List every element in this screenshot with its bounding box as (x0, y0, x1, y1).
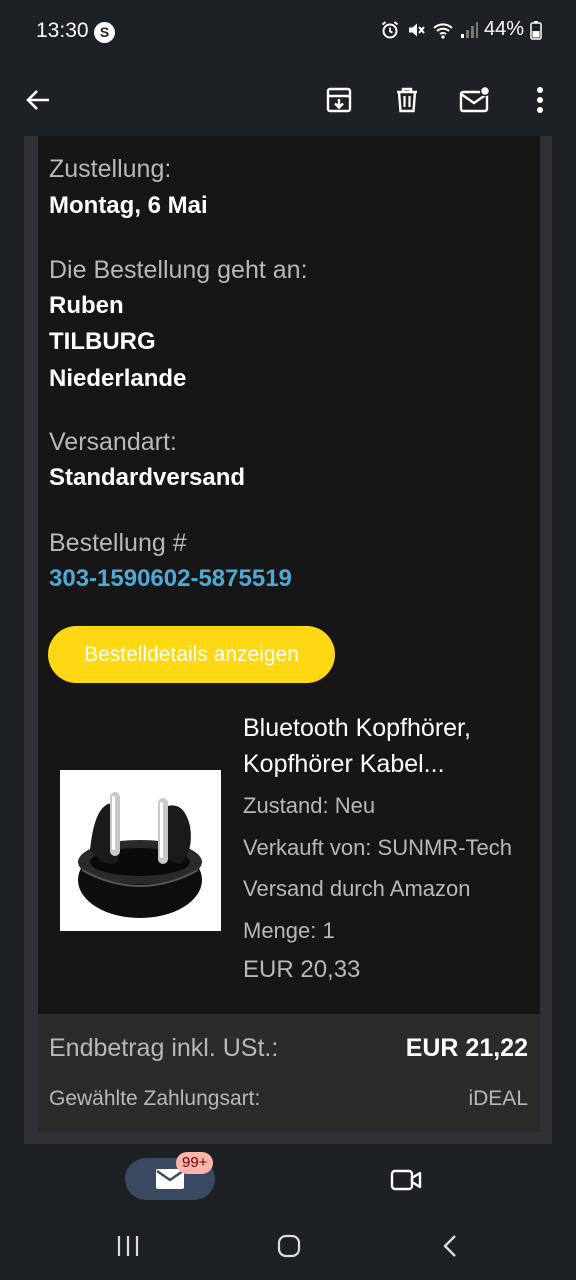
product-title[interactable]: Bluetooth Kopfhörer, Kopfhörer Kabel... (243, 710, 533, 782)
archive-button[interactable] (313, 74, 365, 126)
delivery-date: Montag, 6 Mai (49, 192, 208, 219)
product-price: EUR 20,33 (243, 956, 361, 983)
chevron-left-icon (443, 1235, 456, 1257)
more-options-button[interactable] (514, 74, 566, 126)
archive-icon (326, 87, 352, 113)
recent-apps-button[interactable] (108, 1230, 148, 1262)
order-number-link[interactable]: 303-1590602-5875519 (49, 565, 292, 593)
battery-icon (530, 20, 542, 40)
trash-icon (397, 87, 417, 113)
mute-icon (408, 23, 425, 36)
recipient-city: TILBURG (49, 328, 156, 355)
order-details-button[interactable]: Bestelldetails anzeigen (48, 626, 335, 683)
product-title-line-1: Bluetooth Kopfhörer, (243, 714, 471, 742)
meet-tab[interactable] (386, 1160, 426, 1200)
recent-apps-icon (117, 1236, 139, 1256)
status-icons: 44% (380, 18, 542, 41)
system-navigation-bar (0, 1210, 576, 1280)
recipient-country: Niederlande (49, 365, 187, 392)
order-label: Bestellung # (49, 529, 187, 557)
back-nav-button[interactable] (430, 1230, 470, 1262)
app-bar (0, 64, 576, 136)
shipping-method: Standardversand (49, 464, 246, 491)
delivery-label: Zustellung: (49, 155, 172, 183)
shipping-label: Versandart: (49, 428, 177, 456)
earbuds-icon (78, 792, 202, 918)
order-summary: Endbetrag inkl. USt.: EUR 21,22 Gewählte… (38, 1014, 540, 1132)
product-condition: Zustand: Neu (243, 793, 376, 818)
back-button[interactable] (12, 74, 64, 126)
total-label: Endbetrag inkl. USt.: (49, 1034, 279, 1062)
total-amount: EUR 21,22 (405, 1034, 528, 1062)
video-camera-icon (390, 1169, 422, 1191)
delete-button[interactable] (381, 74, 433, 126)
payment-label: Gewählte Zahlungsart: (49, 1087, 261, 1110)
alarm-icon (381, 20, 399, 38)
wifi-icon (433, 22, 453, 39)
unread-count-badge: 99+ (176, 1152, 214, 1174)
product-image[interactable] (60, 770, 221, 931)
payment-method: iDEAL (468, 1087, 528, 1110)
signal-icon (460, 21, 478, 38)
product-seller: Verkauft von: SUNMR-Tech (243, 835, 512, 860)
product-fulfillment: Versand durch Amazon (243, 876, 471, 901)
skype-notification-icon: S (94, 22, 115, 43)
mail-unread-icon (459, 86, 491, 113)
battery-percent: 44% (483, 18, 524, 40)
mark-unread-button[interactable] (449, 74, 501, 126)
home-button[interactable] (269, 1230, 309, 1262)
arrow-left-icon (26, 90, 49, 110)
product-quantity: Menge: 1 (243, 918, 335, 943)
status-bar: 13:30 S 44% (0, 0, 576, 64)
product-title-line-2: Kopfhörer Kabel... (243, 750, 445, 778)
recipient-label: Die Bestellung geht an: (49, 256, 308, 284)
recipient-name: Ruben (49, 292, 124, 319)
more-vertical-icon (537, 87, 543, 113)
status-time: 13:30 (36, 19, 89, 42)
home-icon (277, 1234, 301, 1258)
bottom-navigation: 99+ (0, 1146, 576, 1210)
